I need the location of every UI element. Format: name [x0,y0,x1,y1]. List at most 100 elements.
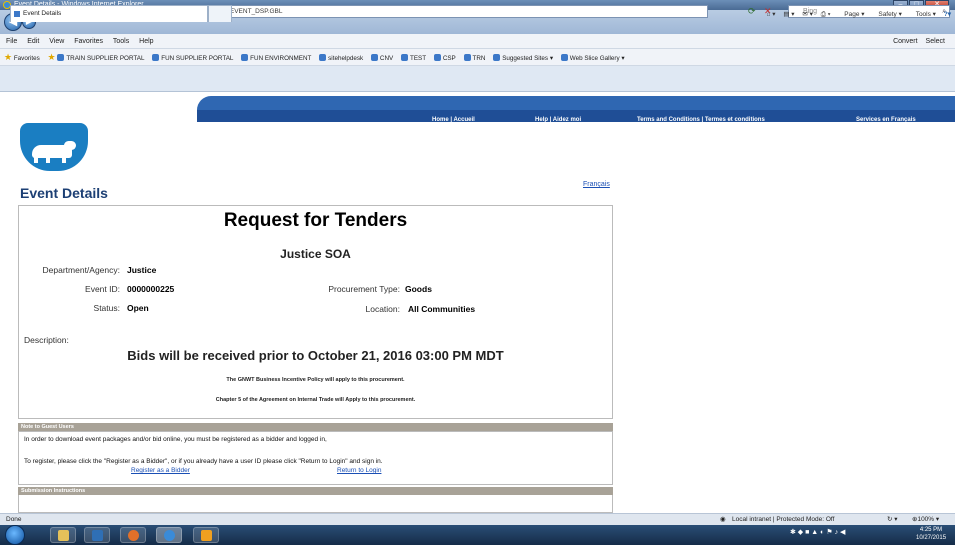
site-icon [560,54,568,61]
system-tray: ✱ ◆ ■ ▲ ◐ ⚑ ♪ ◀ [790,528,845,536]
nav-home[interactable]: Home | Accueil [432,117,475,123]
fav-trn[interactable]: TRN [463,54,485,62]
safety-menu[interactable]: Safety ▾ [872,11,902,18]
tray-icons[interactable]: ✱ ◆ ■ ▲ ◐ ⚑ ♪ ◀ [790,529,845,536]
site-icon [152,54,160,61]
nav-services-francais[interactable]: Services en Français [856,117,916,123]
ie-icon [164,530,175,541]
refresh-icon[interactable]: ⟳ [748,6,756,17]
media-icon [92,530,103,541]
menu-view[interactable]: View [49,38,64,45]
tab-row [0,66,955,92]
site-icon [319,54,327,61]
location-label: Location: [365,304,401,314]
favorites-button[interactable]: Favorites [14,55,40,62]
fav-web-slice-gallery[interactable]: Web Slice Gallery ▾ [560,54,625,62]
convert-button[interactable]: Convert [893,38,918,45]
fav-cnv[interactable]: CNV [370,54,393,62]
fav-test[interactable]: TEST [400,54,426,62]
site-icon [57,54,65,61]
description-label: Description: [24,335,69,345]
site-icon [370,54,378,61]
tab-event-details[interactable]: Event Details [10,5,208,22]
nav-help[interactable]: Help | Aidez moi [535,117,581,123]
favorites-bar: ★ Favorites ★ TRAIN SUPPLIER PORTAL FUN … [0,49,955,66]
taskbar-clock[interactable]: 4:25 PM 10/27/2015 [916,526,946,542]
home-icon[interactable]: ⌂ ▾ [767,11,776,18]
procurement-type-value: Goods [405,284,432,294]
firefox-icon [128,530,139,541]
taskbar-ie[interactable] [156,527,182,543]
status-text: Done [6,516,22,523]
status-bar: Done ◉ Local intranet | Protected Mode: … [0,513,955,525]
menu-file[interactable]: File [6,38,17,45]
menu-favorites[interactable]: Favorites [74,38,103,45]
site-icon [241,54,249,61]
ait-note: Chapter 5 of the Agreement on Internal T… [215,397,416,403]
page-title: Event Details [20,185,108,201]
guest-note-line1: In order to download event packages and/… [24,436,327,443]
department-label: Department/Agency: [42,265,120,275]
menu-bar: File Edit View Favorites Tools Help Conv… [0,34,955,49]
site-icon [463,54,471,61]
site-icon [433,54,441,61]
nav-terms[interactable]: Terms and Conditions | Termes et conditi… [637,117,765,123]
page-menu[interactable]: Page ▾ [838,11,864,18]
menu-tools[interactable]: Tools [113,38,129,45]
policy-note: The GNWT Business Incentive Policy will … [226,377,405,383]
outlook-icon [201,530,212,541]
fav-fun-supplier-portal[interactable]: FUN SUPPLIER PORTAL [152,54,233,62]
procurement-type-label: Procurement Type: [328,284,400,294]
menu-help[interactable]: Help [139,38,153,45]
clock-time: 4:25 PM [919,527,943,533]
mail-icon[interactable]: ✉ ▾ [802,11,813,18]
start-button[interactable] [5,525,25,545]
guest-note-line2: To register, please click the "Register … [24,458,383,465]
new-tab-button[interactable] [208,5,232,22]
tools-menu[interactable]: Tools ▾ [910,11,936,18]
department-value: Justice [127,265,157,275]
zone-icon: ◉ [720,516,726,523]
select-button[interactable]: Select [926,38,945,45]
event-name: Justice SOA [280,247,351,261]
feeds-icon[interactable]: ▤ ▾ [783,11,794,18]
event-id-label: Event ID: [85,284,120,294]
menu-edit[interactable]: Edit [27,38,39,45]
command-bar: ⌂ ▾ ▤ ▾ ✉ ▾ ⎙ ▾ Page ▾ Safety ▾ Tools ▾ … [761,10,951,19]
return-login-link[interactable]: Return to Login [337,467,381,474]
tab-label: Event Details [23,10,62,17]
submission-instructions-panel [18,495,613,513]
fav-suggested-sites[interactable]: Suggested Sites ▾ [493,54,553,62]
location-value: All Communities [408,304,476,314]
guest-note-header: Note to Guest Users [18,423,613,431]
folder-icon [58,530,69,541]
francais-link[interactable]: Français [583,181,610,188]
fav-sitehelpdesk[interactable]: sitehelpdesk [319,54,363,62]
fav-csp[interactable]: CSP [433,54,456,62]
site-icon [493,54,501,61]
taskbar-explorer[interactable] [50,527,76,543]
site-icon [400,54,408,61]
clock-date: 10/27/2015 [916,535,947,541]
register-bidder-link[interactable]: Register as a Bidder [131,467,190,474]
submission-instructions-header: Submission Instructions [18,487,613,495]
fav-fun-environment[interactable]: FUN ENVIRONMENT [241,54,311,62]
zoom-level[interactable]: ⊕100% ▾ [912,514,939,525]
status-label: Status: [93,303,120,313]
windows-taskbar: ✱ ◆ ■ ▲ ◐ ⚑ ♪ ◀ 4:25 PM 10/27/2015 [0,525,955,545]
zoom-options-icon[interactable]: ↻ ▾ [887,514,898,525]
tab-icon [14,11,20,17]
event-type-heading: Request for Tenders [223,210,408,231]
status-value: Open [127,303,149,313]
add-favorite-icon[interactable]: ★ [47,52,55,62]
favorites-star-icon: ★ [4,52,13,62]
help-icon[interactable]: ?▾ [944,11,951,18]
security-zone: Local intranet | Protected Mode: Off [732,516,835,523]
fav-train-supplier-portal[interactable]: TRAIN SUPPLIER PORTAL [57,54,144,62]
taskbar-outlook[interactable] [193,527,219,543]
taskbar-media[interactable] [84,527,110,543]
taskbar-firefox[interactable] [120,527,146,543]
print-icon[interactable]: ⎙ ▾ [821,11,831,18]
bid-deadline: Bids will be received prior to October 2… [127,348,504,363]
event-id-value: 0000000225 [127,284,175,294]
